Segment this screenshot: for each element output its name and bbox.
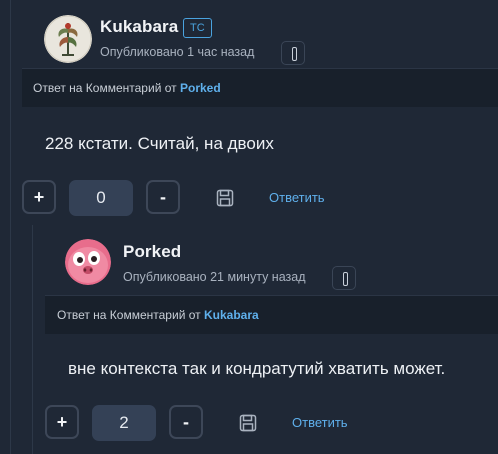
save-icon[interactable] xyxy=(239,414,257,432)
upvote-button[interactable]: + xyxy=(22,180,56,214)
reply-to-author-link[interactable]: Porked xyxy=(180,81,221,95)
comment-author[interactable]: Kukabara xyxy=(100,17,178,37)
comment-timestamp: Опубликовано 21 минуту назад xyxy=(123,270,306,284)
vote-score: 2 xyxy=(92,405,156,441)
save-icon[interactable] xyxy=(216,189,234,207)
reply-prefix: Ответ на Комментарий от xyxy=(57,308,201,322)
comment-text: вне контекста так и кондратутий хватить … xyxy=(68,359,446,378)
avatar[interactable] xyxy=(44,15,92,63)
comment-actions: + 0 - Ответить xyxy=(22,180,498,218)
reply-button[interactable]: Ответить xyxy=(292,415,348,430)
thread-line-nested xyxy=(32,225,33,454)
upvote-button[interactable]: + xyxy=(45,405,79,439)
comment-timestamp: Опубликовано 1 час назад xyxy=(100,45,255,59)
reply-to-author-link[interactable]: Kukabara xyxy=(204,308,259,322)
comment: Kukabara ТС Опубликовано 1 час назад Отв… xyxy=(22,0,498,222)
vote-score: 0 xyxy=(69,180,133,216)
reply-reference: Ответ на Комментарий от Kukabara xyxy=(45,295,498,334)
comment-header: Porked Опубликовано 21 минуту назад xyxy=(45,225,498,293)
downvote-button[interactable]: - xyxy=(169,405,203,439)
avatar[interactable] xyxy=(65,239,111,285)
downvote-button[interactable]: - xyxy=(146,180,180,214)
pin-icon[interactable] xyxy=(332,266,356,290)
thread-line xyxy=(10,0,11,454)
op-badge: ТС xyxy=(183,18,212,38)
reply-prefix: Ответ на Комментарий от xyxy=(33,81,177,95)
reply-reference: Ответ на Комментарий от Porked xyxy=(22,68,498,107)
reply-button[interactable]: Ответить xyxy=(269,190,325,205)
comment-text: 228 кстати. Считай, на двоих xyxy=(45,134,274,153)
comment-header: Kukabara ТС Опубликовано 1 час назад xyxy=(22,0,498,68)
comment: Porked Опубликовано 21 минуту назад Отве… xyxy=(45,225,498,454)
pin-icon[interactable] xyxy=(281,41,305,65)
comment-author[interactable]: Porked xyxy=(123,242,181,262)
comment-actions: + 2 - Ответить xyxy=(45,405,498,443)
